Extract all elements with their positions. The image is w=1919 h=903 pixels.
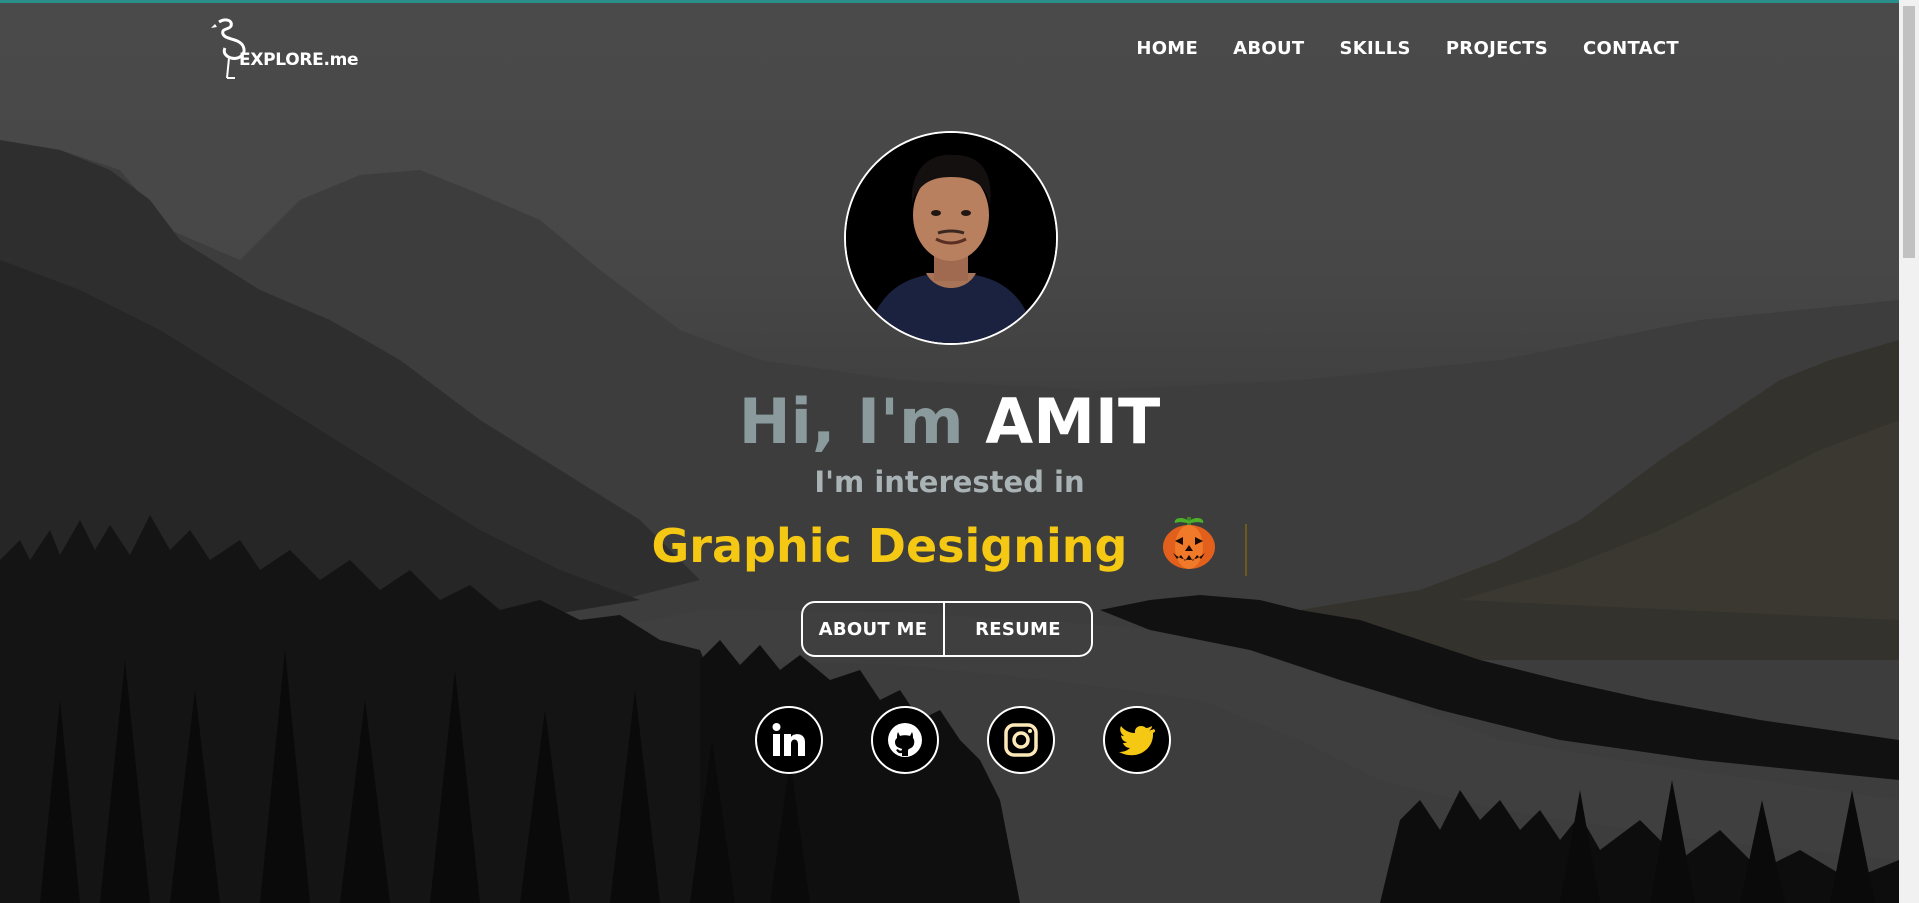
site-logo[interactable]: EXPLORE.me <box>211 18 359 80</box>
nav-skills[interactable]: SKILLS <box>1339 38 1410 59</box>
linkedin-icon[interactable] <box>755 706 823 774</box>
scrollbar-thumb[interactable] <box>1903 6 1915 258</box>
social-links <box>755 706 1219 774</box>
twitter-icon[interactable] <box>1103 706 1171 774</box>
page-scrollbar[interactable] <box>1899 0 1919 903</box>
typed-interest-row: Graphic Designing <box>0 513 1899 586</box>
resume-button[interactable]: RESUME <box>945 601 1093 657</box>
typing-cursor <box>1245 523 1248 576</box>
profile-photo-illustration <box>846 133 1056 343</box>
name-text: AMIT <box>985 385 1161 458</box>
nav-about[interactable]: ABOUT <box>1233 38 1304 59</box>
hero-headline: Hi, I'm AMIT <box>0 384 1899 460</box>
nav-contact[interactable]: CONTACT <box>1583 38 1679 59</box>
main-navigation: HOME ABOUT SKILLS PROJECTS CONTACT <box>1101 38 1679 59</box>
interested-text: I'm interested in <box>814 465 1085 499</box>
profile-avatar <box>844 131 1058 345</box>
nav-home[interactable]: HOME <box>1136 38 1198 59</box>
page: EXPLORE.me HOME ABOUT SKILLS PROJECTS CO… <box>0 0 1919 903</box>
instagram-icon[interactable] <box>987 706 1055 774</box>
top-accent-line <box>0 0 1899 3</box>
flamingo-logo-icon <box>211 18 246 79</box>
typed-interest-text: Graphic Designing <box>651 519 1128 573</box>
about-me-button[interactable]: ABOUT ME <box>801 601 945 657</box>
pumpkin-icon <box>1161 513 1217 586</box>
github-icon[interactable] <box>871 706 939 774</box>
hero-button-group: ABOUT ME RESUME <box>801 601 1093 657</box>
nav-projects[interactable]: PROJECTS <box>1446 38 1548 59</box>
logo-text: EXPLORE.me <box>239 50 359 70</box>
greeting-text: Hi, I'm <box>738 385 964 458</box>
